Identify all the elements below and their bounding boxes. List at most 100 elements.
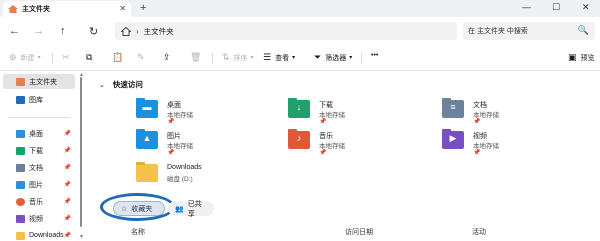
copy-icon[interactable]: ⧉ xyxy=(86,52,96,63)
new-button[interactable]: ⊕ 新建 ▾ xyxy=(9,52,41,63)
sidebar-item-gallery[interactable]: 图库 xyxy=(3,92,75,107)
tab-bar: 主文件夹 ✕ + — ☐ ✕ xyxy=(0,0,600,17)
sort-button-label: 排序 xyxy=(233,54,248,62)
pin-icon: 📌 xyxy=(473,119,481,125)
pin-icon: 📌 xyxy=(63,148,71,154)
quick-item-pictures[interactable]: ▲ 图片 本地存储 📌 xyxy=(136,129,256,161)
tab-home[interactable]: 主文件夹 ✕ xyxy=(3,1,131,17)
delete-icon[interactable]: 🗑 xyxy=(190,52,205,63)
people-icon: 👥 xyxy=(175,205,184,213)
sidebar-item-label: 下载 xyxy=(29,147,43,155)
quick-item-videos[interactable]: ▶ 视频 本地存储 📌 xyxy=(442,129,562,161)
column-header-activity[interactable]: 活动 xyxy=(472,227,486,237)
toolbar-divider xyxy=(212,53,213,64)
sidebar-item-desktop[interactable]: 桌面 📌 xyxy=(3,126,75,141)
preview-button[interactable]: ▣ 预览 xyxy=(568,52,595,63)
share-icon[interactable]: ⇪ xyxy=(163,52,175,63)
view-button[interactable]: ☰ 查看 ▾ xyxy=(263,52,295,63)
desktop-folder-icon: ▬ xyxy=(136,98,158,118)
new-tab-button[interactable]: + xyxy=(140,2,146,14)
documents-icon xyxy=(16,163,25,172)
toolbar-divider xyxy=(52,53,53,64)
sidebar-item-label: 文档 xyxy=(29,164,43,172)
search-icon[interactable]: 🔍 xyxy=(578,25,589,36)
sidebar-item-label: Downloads xyxy=(29,232,64,239)
path-segment[interactable]: 主文件夹 xyxy=(144,26,174,37)
cut-icon[interactable]: ✂ xyxy=(62,52,74,63)
quick-item-desktop[interactable]: ▬ 桌面 本地存储 📌 xyxy=(136,98,256,130)
chevron-down-icon: ⌄ xyxy=(99,81,105,89)
quick-item-downloads[interactable]: ↓ 下载 本地存储 📌 xyxy=(288,98,408,130)
sidebar-item-videos[interactable]: 视频 📌 xyxy=(3,211,75,226)
scrollbar-thumb[interactable] xyxy=(80,77,82,227)
chevron-down-icon: ▾ xyxy=(292,55,296,61)
sidebar-item-label: 桌面 xyxy=(29,130,43,138)
quick-item-documents[interactable]: ≡ 文档 本地存储 📌 xyxy=(442,98,562,130)
chevron-down-icon: ▾ xyxy=(37,55,41,61)
maximize-button[interactable]: ☐ xyxy=(552,2,560,13)
sort-icon: ⇅ xyxy=(222,52,230,62)
pin-icon: 📌 xyxy=(319,150,327,156)
back-button[interactable]: ← xyxy=(9,25,20,37)
rename-icon[interactable]: ✎ xyxy=(137,52,149,63)
sidebar-item-pictures[interactable]: 图片 📌 xyxy=(3,177,75,192)
sidebar-item-music[interactable]: 音乐 📌 xyxy=(3,194,75,209)
filter-button-label: 筛选器 xyxy=(325,54,347,62)
chevron-down-icon: ▾ xyxy=(250,55,254,61)
annotation-circle xyxy=(100,193,175,221)
quick-access-header[interactable]: ⌄ 快速访问 xyxy=(99,79,143,90)
sidebar-item-label: 主文件夹 xyxy=(29,78,57,86)
forward-button[interactable]: → xyxy=(33,25,44,37)
search-placeholder: 在 主文件夹 中搜索 xyxy=(468,28,528,35)
up-button[interactable]: ↑ xyxy=(60,25,66,37)
refresh-button[interactable]: ↻ xyxy=(89,25,98,38)
gallery-icon xyxy=(16,95,25,104)
sidebar-item-label: 音乐 xyxy=(29,198,43,206)
column-header-name[interactable]: 名称 xyxy=(131,227,145,237)
tab-close-icon[interactable]: ✕ xyxy=(119,4,126,13)
folder-icon xyxy=(16,231,25,240)
tab-shared[interactable]: 👥 已共享 xyxy=(168,200,214,218)
chevron-down-icon: ▾ xyxy=(349,55,353,61)
home-icon xyxy=(16,77,25,86)
close-window-button[interactable]: ✕ xyxy=(582,2,590,13)
filter-button[interactable]: ⏷ 筛选器 ▾ xyxy=(314,52,352,63)
pin-icon: 📌 xyxy=(63,216,71,222)
sidebar-scrollbar[interactable] xyxy=(79,71,83,241)
home-icon xyxy=(121,26,131,36)
item-location: 磁盘 (D:) xyxy=(167,176,193,183)
pin-icon: 📌 xyxy=(167,150,175,156)
path-separator: › xyxy=(136,26,139,36)
sidebar-divider xyxy=(8,117,70,118)
music-folder-icon: ♪ xyxy=(288,129,310,149)
documents-folder-icon: ≡ xyxy=(442,98,464,118)
sidebar-item-downloads-d[interactable]: Downloads 📌 xyxy=(3,228,75,241)
pictures-folder-icon: ▲ xyxy=(136,129,158,149)
path-input[interactable]: › 主文件夹 xyxy=(115,22,457,40)
pin-icon: 📌 xyxy=(63,165,71,171)
pin-icon: 📌 xyxy=(167,119,175,125)
sidebar-item-home[interactable]: 主文件夹 xyxy=(3,74,75,89)
paste-icon[interactable]: 📋 xyxy=(112,52,127,63)
folder-icon xyxy=(136,162,158,182)
address-bar: ← → ↑ ↻ › 主文件夹 在 主文件夹 中搜索 🔍 xyxy=(0,17,600,45)
music-icon xyxy=(16,197,25,206)
search-input[interactable]: 在 主文件夹 中搜索 🔍 xyxy=(463,22,595,40)
quick-item-music[interactable]: ♪ 音乐 本地存储 📌 xyxy=(288,129,408,161)
home-icon xyxy=(8,5,18,13)
sidebar-item-downloads[interactable]: 下载 📌 xyxy=(3,143,75,158)
preview-button-label: 预览 xyxy=(580,54,595,62)
pin-icon: 📌 xyxy=(63,199,71,205)
sidebar-item-documents[interactable]: 文档 📌 xyxy=(3,160,75,175)
pin-icon: 📌 xyxy=(319,119,327,125)
tab-shared-label: 已共享 xyxy=(187,200,202,218)
more-options-button[interactable]: ••• xyxy=(371,52,378,59)
quick-item-downloads-d[interactable]: Downloads 磁盘 (D:) xyxy=(136,162,256,194)
sort-button[interactable]: ⇅ 排序 ▾ xyxy=(222,52,254,63)
download-icon xyxy=(16,146,25,155)
minimize-button[interactable]: — xyxy=(522,2,531,12)
preview-pane-icon: ▣ xyxy=(568,52,577,62)
toolbar-divider xyxy=(361,53,362,64)
column-header-date[interactable]: 访问日期 xyxy=(345,227,373,237)
videos-folder-icon: ▶ xyxy=(442,129,464,149)
